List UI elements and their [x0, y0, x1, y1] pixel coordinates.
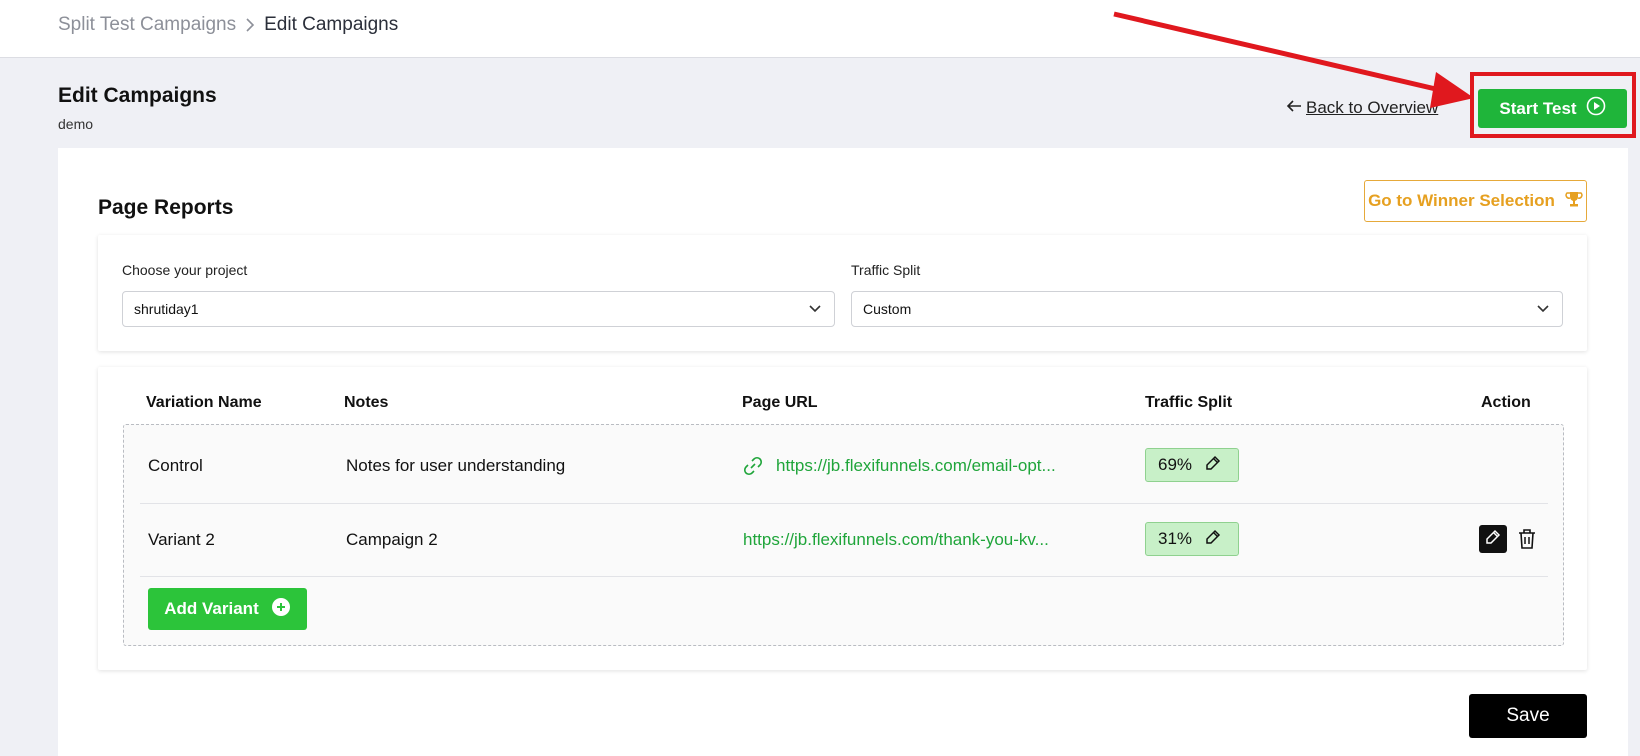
save-button[interactable]: Save — [1469, 694, 1587, 738]
column-header-notes: Notes — [344, 394, 389, 411]
column-header-traffic-split: Traffic Split — [1145, 394, 1233, 411]
page-subtitle: demo — [58, 116, 94, 132]
top-bar: Split Test Campaigns Edit Campaigns — [0, 0, 1640, 58]
play-circle-icon — [1586, 96, 1606, 121]
edit-variant-button[interactable] — [1479, 525, 1507, 553]
back-to-overview-label: Back to Overview — [1306, 98, 1439, 117]
traffic-split-badge[interactable]: 31% — [1145, 522, 1239, 556]
traffic-split-badge[interactable]: 69% — [1145, 448, 1239, 482]
page-title: Edit Campaigns — [58, 84, 217, 107]
traffic-split-value: 69% — [1158, 455, 1193, 474]
link-icon — [743, 456, 763, 481]
go-to-winner-selection-button[interactable]: Go to Winner Selection — [1364, 180, 1587, 222]
row-divider — [140, 503, 1548, 504]
column-header-page-url: Page URL — [742, 394, 818, 411]
breadcrumb-split-test-campaigns[interactable]: Split Test Campaigns — [58, 14, 236, 36]
breadcrumb-current: Edit Campaigns — [264, 14, 399, 35]
variation-notes: Campaign 2 — [346, 530, 438, 549]
project-select-value: shrutiday1 — [134, 301, 199, 317]
delete-variant-button[interactable] — [1517, 528, 1537, 555]
edit-icon[interactable] — [1204, 454, 1222, 477]
variation-name: Variant 2 — [148, 530, 215, 549]
column-header-action: Action — [1481, 394, 1531, 411]
project-label: Choose your project — [122, 262, 248, 278]
chevron-right-icon — [244, 17, 256, 33]
project-select[interactable]: shrutiday1 — [122, 291, 835, 327]
plus-circle-icon — [271, 597, 291, 622]
variation-page-url[interactable]: https://jb.flexifunnels.com/thank-you-kv… — [743, 530, 1049, 550]
start-test-label: Start Test — [1499, 98, 1577, 118]
back-to-overview-link[interactable]: Back to Overview — [1286, 98, 1438, 118]
trophy-icon — [1565, 190, 1583, 213]
traffic-split-label: Traffic Split — [851, 262, 921, 278]
variation-notes: Notes for user understanding — [346, 456, 566, 475]
add-variant-button[interactable]: Add Variant — [148, 588, 307, 630]
traffic-split-select[interactable]: Custom — [851, 291, 1563, 327]
column-header-variation-name: Variation Name — [146, 394, 262, 411]
page-reports-title: Page Reports — [98, 196, 234, 219]
variation-page-url[interactable]: https://jb.flexifunnels.com/email-opt... — [776, 456, 1056, 476]
add-variant-label: Add Variant — [164, 599, 259, 618]
arrow-left-icon — [1286, 98, 1302, 118]
start-test-button[interactable]: Start Test — [1478, 89, 1627, 128]
chevron-down-icon — [808, 302, 822, 319]
edit-icon[interactable] — [1204, 528, 1222, 551]
breadcrumb: Split Test Campaigns Edit Campaigns — [58, 14, 398, 36]
traffic-split-value: 31% — [1158, 529, 1193, 548]
winner-selection-label: Go to Winner Selection — [1368, 191, 1555, 210]
edit-icon — [1484, 528, 1502, 551]
chevron-down-icon — [1536, 302, 1550, 319]
trash-icon — [1517, 529, 1537, 554]
traffic-split-select-value: Custom — [863, 301, 912, 317]
variation-name: Control — [148, 456, 203, 475]
row-divider — [140, 576, 1548, 577]
